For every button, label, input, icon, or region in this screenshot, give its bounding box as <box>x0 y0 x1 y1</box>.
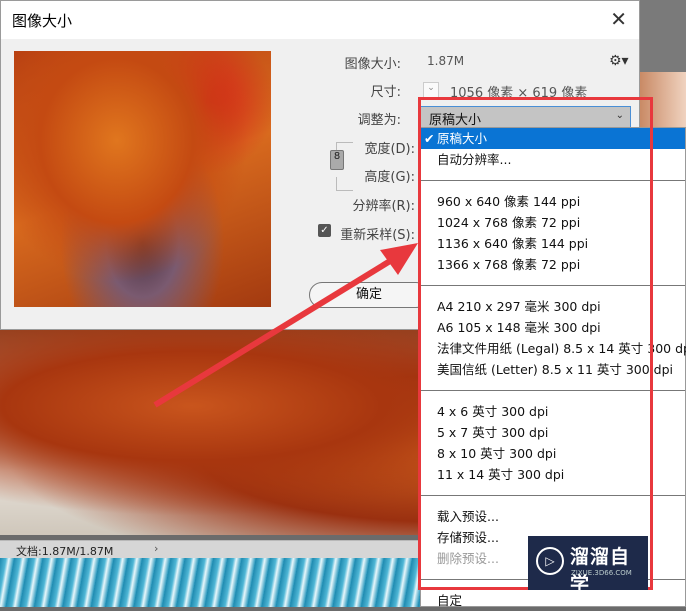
menu-item-preset[interactable]: 4 x 6 英寸 300 dpi <box>421 401 685 422</box>
chevron-right-icon[interactable]: › <box>154 542 158 555</box>
menu-item-preset[interactable]: 1366 x 768 像素 72 ppi <box>421 254 685 275</box>
menu-item-auto-resolution[interactable]: 自动分辨率... <box>421 149 685 170</box>
width-label: 宽度(D): <box>364 142 415 157</box>
chevron-down-icon: ⌄ <box>615 110 624 121</box>
play-icon: ▷ <box>536 547 564 575</box>
dialog-title: 图像大小 <box>12 11 73 30</box>
height-label: 高度(G): <box>364 170 415 185</box>
menu-item-preset[interactable]: A4 210 x 297 毫米 300 dpi <box>421 296 685 317</box>
image-size-label: 图像大小: <box>344 57 401 72</box>
menu-item-preset[interactable]: 1024 x 768 像素 72 ppi <box>421 212 685 233</box>
image-size-value: 1.87M <box>427 54 465 68</box>
menu-item-preset[interactable]: 8 x 10 英寸 300 dpi <box>421 443 685 464</box>
dimensions-label: 尺寸: <box>370 85 401 100</box>
dimensions-value: 1056 像素 × 619 像素 <box>450 86 588 101</box>
doc-size: 文档:1.87M/1.87M <box>16 545 114 558</box>
menu-divider <box>421 390 685 391</box>
menu-item-preset[interactable]: 11 x 14 英寸 300 dpi <box>421 464 685 485</box>
menu-divider <box>421 180 685 181</box>
ok-button[interactable]: 确定 <box>309 282 429 308</box>
menu-item-original-size[interactable]: ✔ 原稿大小 <box>421 128 685 149</box>
image-preview[interactable] <box>14 51 271 307</box>
menu-item-preset[interactable]: 1136 x 640 像素 144 ppi <box>421 233 685 254</box>
watermark-sub: ZIXUE.3D66.COM <box>571 569 632 577</box>
fit-to-value: 原稿大小 <box>429 113 482 128</box>
units-dropdown[interactable]: ⌄ <box>423 82 439 98</box>
menu-divider <box>421 285 685 286</box>
menu-item-label: 原稿大小 <box>437 131 488 146</box>
menu-item-preset[interactable]: A6 105 x 148 毫米 300 dpi <box>421 317 685 338</box>
thumbnail <box>640 72 686 132</box>
menu-item-preset[interactable]: 美国信纸 (Letter) 8.5 x 11 英寸 300 dpi <box>421 359 685 380</box>
fit-to-select[interactable]: 原稿大小 ⌄ <box>420 106 631 128</box>
menu-divider <box>421 495 685 496</box>
fit-to-dropdown-menu: ✔ 原稿大小 自动分辨率... 960 x 640 像素 144 ppi 1024… <box>420 127 686 608</box>
gear-icon[interactable]: ⚙▾ <box>609 53 629 69</box>
title-bar: 图像大小 <box>1 1 639 39</box>
menu-item-preset[interactable]: 法律文件用纸 (Legal) 8.5 x 14 英寸 300 dpi <box>421 338 686 359</box>
menu-item-preset[interactable]: 960 x 640 像素 144 ppi <box>421 191 685 212</box>
resample-label: 重新采样(S): <box>340 228 415 243</box>
resolution-label: 分辨率(R): <box>352 199 415 214</box>
fit-to-label: 调整为: <box>357 113 401 128</box>
status-bar: 文档:1.87M/1.87M › <box>0 540 420 558</box>
watermark-logo: ▷ 溜溜自学 ZIXUE.3D66.COM <box>528 536 648 595</box>
menu-item-load-preset[interactable]: 载入预设... <box>421 506 685 527</box>
second-photo <box>0 558 420 607</box>
menu-item-preset[interactable]: 5 x 7 英寸 300 dpi <box>421 422 685 443</box>
close-icon[interactable]: ✕ <box>610 7 627 31</box>
check-icon: ✔ <box>424 131 435 146</box>
